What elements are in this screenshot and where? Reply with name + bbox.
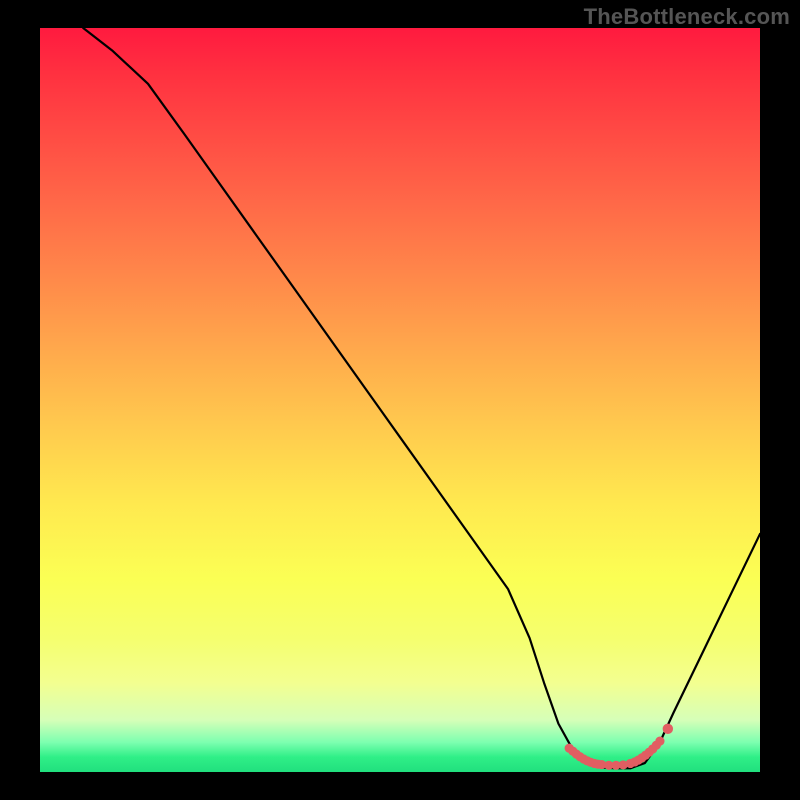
optimal-zone-dot — [663, 724, 673, 734]
chart-svg — [40, 28, 760, 772]
chart-frame: TheBottleneck.com — [0, 0, 800, 800]
optimal-zone-marker — [565, 724, 673, 770]
watermark-text: TheBottleneck.com — [584, 4, 790, 30]
optimal-zone-dot — [655, 737, 664, 746]
plot-area — [40, 28, 760, 772]
bottleneck-curve — [83, 28, 760, 768]
